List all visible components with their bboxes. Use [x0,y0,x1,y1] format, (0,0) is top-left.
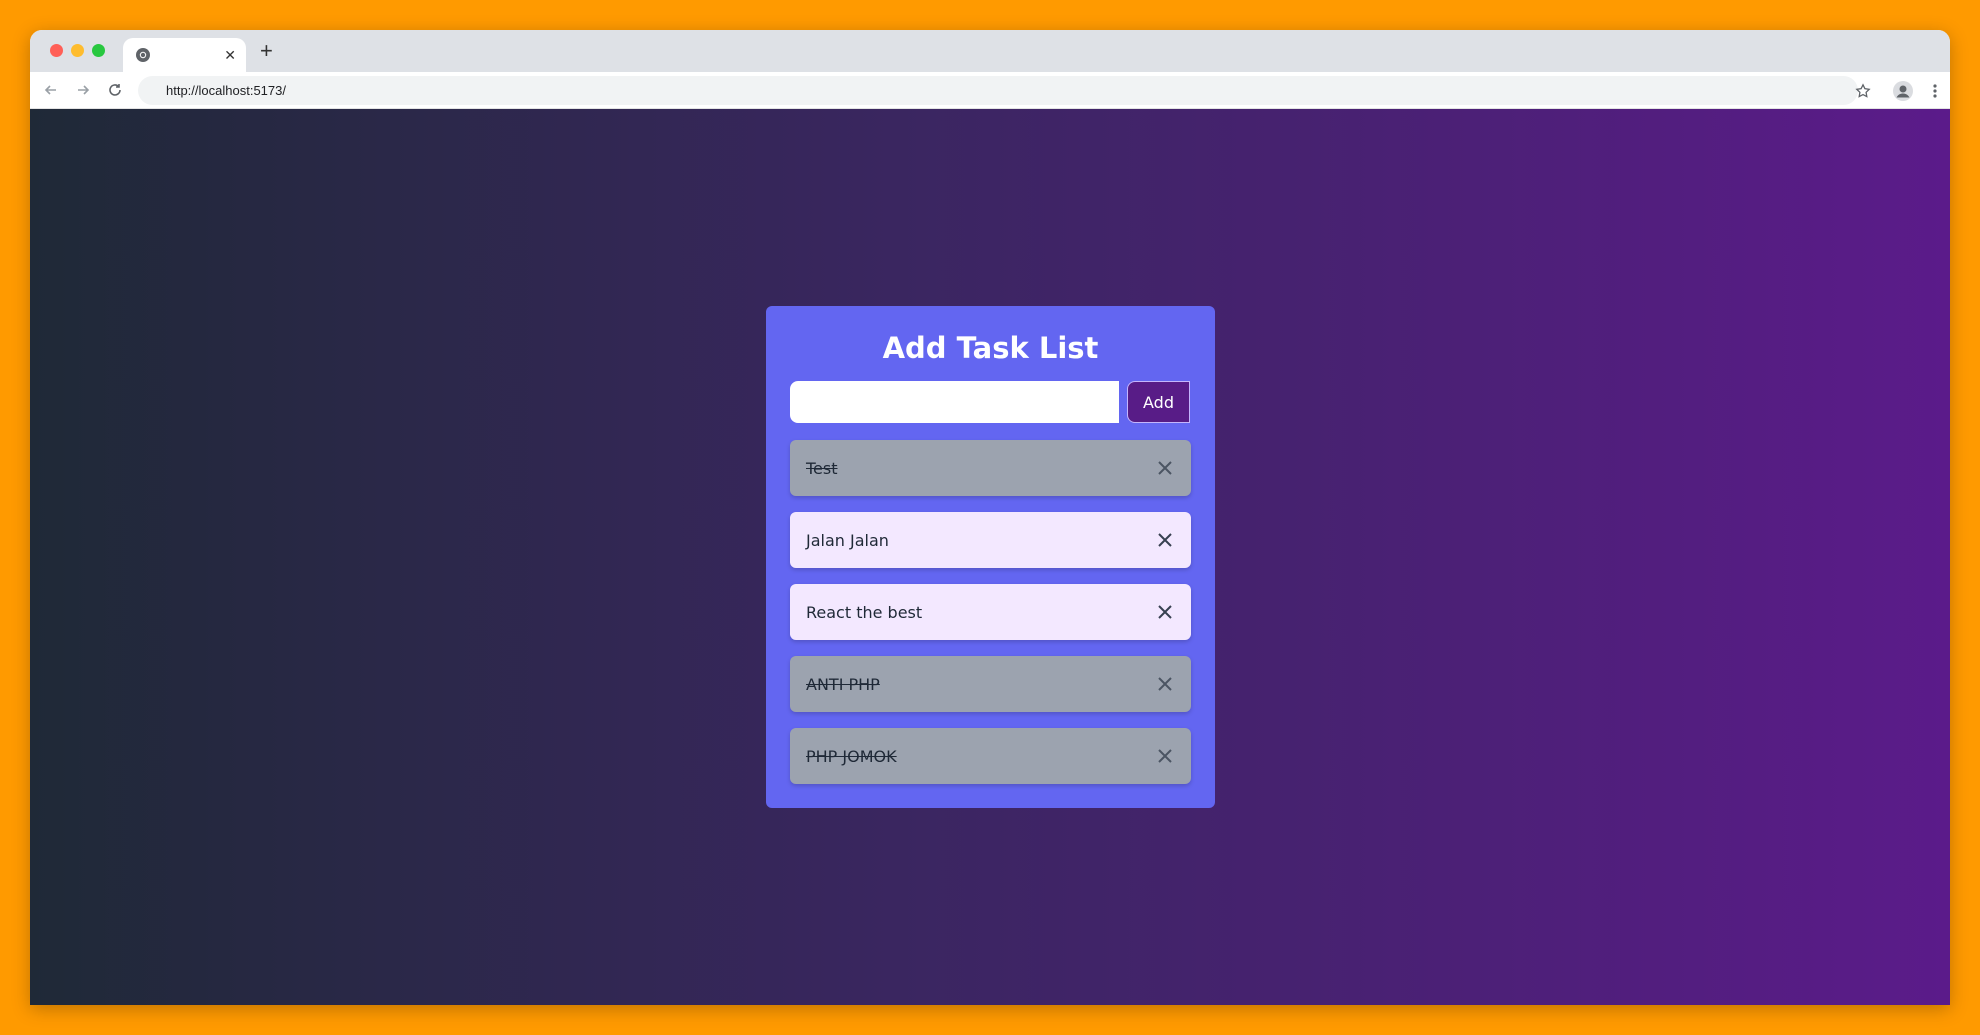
reload-icon [109,84,121,96]
arrow-left-icon [44,85,56,95]
back-button[interactable] [40,79,62,101]
task-item-5[interactable]: PHP JOMOK [790,728,1191,784]
task-text: PHP JOMOK [806,746,897,766]
tab-strip: ✕ + [30,30,1950,72]
bookmark-button[interactable] [1850,78,1876,104]
close-icon[interactable] [1155,530,1175,550]
page-title: Add Task List [882,331,1099,365]
task-text: ANTI PHP [806,674,880,694]
forward-button[interactable] [72,79,94,101]
task-item-1[interactable]: Test [790,440,1191,496]
tab-close-icon[interactable]: ✕ [224,45,236,65]
maximize-window-button[interactable] [92,44,105,57]
reload-button[interactable] [104,79,126,101]
browser-window: ✕ + Add Task List Add [30,30,1950,1005]
profile-button[interactable] [1890,78,1916,104]
task-text: Jalan Jalan [806,530,889,550]
close-window-button[interactable] [50,44,63,57]
star-icon [1855,83,1871,98]
task-text: React the best [806,602,923,622]
window-controls [50,44,105,57]
task-item-3[interactable]: React the best [790,584,1191,640]
kebab-menu-icon [1933,84,1937,98]
minimize-window-button[interactable] [71,44,84,57]
browser-toolbar [30,72,1950,109]
page-viewport: Add Task List Add Test Jalan Jalan React… [30,109,1950,1005]
task-input[interactable] [790,381,1119,423]
add-button[interactable]: Add [1127,381,1190,423]
task-text: Test [806,458,838,478]
browser-tab[interactable]: ✕ [123,38,246,72]
task-card: Add Task List Add Test Jalan Jalan React… [766,306,1215,808]
profile-icon [1893,81,1913,101]
browser-menu-button[interactable] [1922,78,1948,104]
arrow-right-icon [78,85,90,95]
chrome-icon [136,48,150,62]
close-icon[interactable] [1155,602,1175,622]
address-bar[interactable] [138,76,1858,105]
task-item-2[interactable]: Jalan Jalan [790,512,1191,568]
close-icon[interactable] [1155,746,1175,766]
new-tab-button[interactable]: + [260,40,273,62]
task-list: Test Jalan Jalan React the best ANTI PHP… [790,440,1191,784]
close-icon[interactable] [1155,458,1175,478]
task-item-4[interactable]: ANTI PHP [790,656,1191,712]
close-icon[interactable] [1155,674,1175,694]
add-task-form: Add [790,381,1191,423]
